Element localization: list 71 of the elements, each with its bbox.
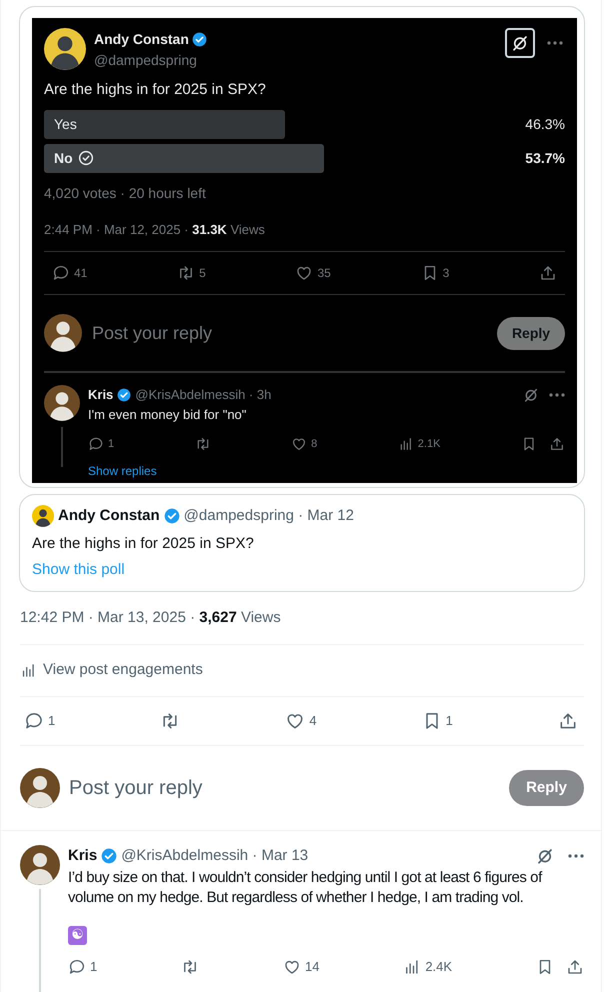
avatar[interactable]: [32, 505, 54, 528]
author-handle: @dampedspring · Mar 12: [184, 506, 354, 526]
reply-button[interactable]: Reply: [509, 770, 584, 806]
reply-button[interactable]: Reply: [497, 316, 565, 350]
heart-icon[interactable]: [291, 436, 308, 452]
avatar[interactable]: [20, 845, 60, 885]
author-name: Andy Constan: [94, 30, 189, 49]
reply-icon[interactable]: [52, 264, 70, 282]
action-count: 4: [309, 712, 317, 730]
action-count: 35: [317, 265, 331, 282]
slashed-circle-icon[interactable]: [536, 847, 554, 866]
share-icon[interactable]: [548, 436, 565, 452]
reply-field[interactable]: Post your reply: [92, 320, 497, 346]
share-icon[interactable]: [558, 711, 578, 731]
avatar[interactable]: [20, 768, 60, 808]
verified-badge-icon: [192, 32, 207, 47]
action-count: 41: [74, 265, 88, 282]
bar-chart-icon[interactable]: [398, 436, 414, 452]
post-timestamp: 12:42 PM · Mar 13, 2025 · 3,627 Views: [20, 608, 282, 628]
avatar[interactable]: [44, 385, 80, 421]
author-handle: @dampedspring: [94, 51, 198, 70]
share-icon[interactable]: [566, 958, 584, 976]
slashed-circle-icon[interactable]: [523, 386, 539, 403]
avatar[interactable]: [44, 28, 86, 70]
author-name: Kris: [68, 846, 98, 866]
action-count: 8: [311, 436, 318, 452]
action-count: 14: [304, 958, 320, 976]
more-icon[interactable]: [547, 41, 563, 45]
verified-badge-icon: [164, 508, 180, 524]
action-count: 1: [90, 958, 98, 976]
post-text: Are the highs in for 2025 in SPX?: [32, 534, 255, 554]
emoji-badge: ☯: [68, 926, 87, 944]
quoted-post-card[interactable]: Andy Constan @dampedspring · Mar 12 Are the highs in for 2025 in SPX? Show this poll: [19, 494, 585, 592]
check-circle-icon: [78, 150, 94, 166]
reply-text: I’d buy size on that. I wouldn’t consider hedging until I got at least 6 figures of volume on my hedge. But regardless of whether I hedge, I am trading vol.: [68, 868, 544, 908]
action-count: 3: [442, 265, 450, 282]
grok-button[interactable]: [505, 28, 535, 58]
avatar[interactable]: [44, 314, 82, 352]
reply-icon[interactable]: [24, 711, 44, 731]
post-timestamp: 2:44 PM · Mar 12, 2025 · 31.3K Views: [44, 220, 266, 238]
poll-option-label: Yes: [54, 114, 77, 134]
verified-badge-icon: [117, 388, 132, 402]
action-count: 1: [48, 712, 56, 730]
author-name: Kris: [88, 386, 114, 404]
post-text: Are the highs in for 2025 in SPX?: [44, 80, 267, 100]
action-count: 1: [446, 712, 453, 730]
more-icon[interactable]: [568, 854, 584, 858]
author-handle: @KrisAbdelmessih · Mar 13: [121, 846, 308, 866]
author-handle: @KrisAbdelmessih · 3h: [135, 386, 272, 404]
action-count: 5: [199, 265, 206, 282]
verified-badge-icon: [101, 848, 118, 864]
reply-text: I'm even money bid for "no": [88, 406, 248, 424]
action-count: 2.4K: [425, 958, 452, 976]
share-icon[interactable]: [538, 264, 557, 282]
engagements-link[interactable]: View post engagements: [43, 659, 203, 682]
poll-percent: 46.3%: [525, 114, 565, 134]
author-name: Andy Constan: [58, 506, 160, 526]
repost-icon[interactable]: [194, 436, 211, 452]
show-replies-link[interactable]: Show replies: [88, 464, 565, 478]
poll-option-label: No: [54, 148, 73, 168]
heart-icon[interactable]: [285, 711, 306, 731]
action-count: 2.1K: [418, 436, 440, 452]
more-icon[interactable]: [549, 392, 565, 397]
slashed-circle-icon: [511, 34, 529, 52]
poll-percent: 53.7%: [525, 148, 565, 168]
action-count: 1: [108, 436, 114, 452]
heart-icon[interactable]: [295, 264, 314, 282]
reply-icon[interactable]: [68, 958, 86, 976]
reply-field[interactable]: Post your reply: [69, 773, 509, 803]
poll-summary: 4,020 votes · 20 hours left: [44, 184, 207, 202]
reply-icon[interactable]: [88, 436, 104, 452]
